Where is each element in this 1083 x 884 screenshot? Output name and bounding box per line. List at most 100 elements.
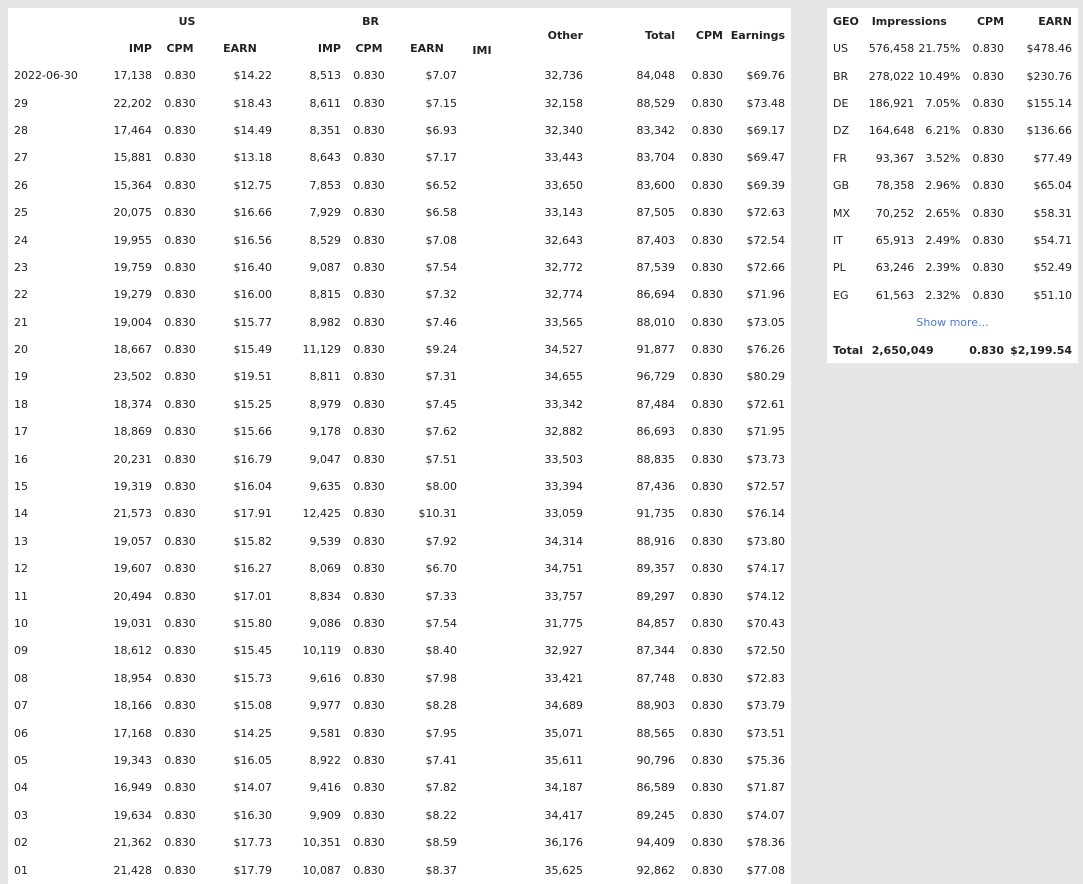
- col-header-other: Other: [547, 28, 583, 42]
- other-cell: 35,611: [544, 753, 584, 767]
- br-imp-cell: 11,129: [302, 343, 342, 357]
- other-cell: 34,417: [544, 808, 584, 822]
- table-row: 05 19,343 0.830 $16.05 8,922 0.830 $7.41 35,611…: [8, 747, 791, 774]
- br-earn-cell: $6.52: [425, 178, 458, 192]
- br-imp-cell: 9,087: [309, 260, 342, 274]
- br-cpm-cell: 0.830: [353, 863, 385, 877]
- geo-earn: $58.31: [1033, 206, 1073, 220]
- us-cpm-cell: 0.830: [164, 343, 196, 357]
- br-imp-cell: 8,351: [309, 123, 342, 137]
- other-cell: 32,643: [544, 233, 584, 247]
- total-earn: $2,199.54: [1010, 343, 1072, 357]
- imi-cell: [463, 665, 501, 692]
- geo-earn: $136.66: [1026, 124, 1073, 138]
- br-cpm-cell: 0.830: [353, 123, 385, 137]
- geo-earn: $230.76: [1026, 69, 1073, 83]
- br-cpm-cell: 0.830: [353, 726, 385, 740]
- show-more-link[interactable]: Show more...: [827, 309, 1078, 336]
- table-row: 11 20,494 0.830 $17.01 8,834 0.830 $7.33 33,757…: [8, 582, 791, 609]
- us-imp-cell: 18,166: [113, 699, 153, 713]
- cpm-cell: 0.830: [691, 562, 724, 576]
- total-cpm: 0.830: [969, 343, 1005, 357]
- imi-cell: [463, 500, 501, 527]
- row-date: 06: [14, 726, 28, 740]
- br-cpm-cell: 0.830: [353, 781, 385, 795]
- us-earn-cell: $16.04: [233, 480, 273, 494]
- us-cpm-cell: 0.830: [164, 452, 196, 466]
- br-earn-cell: $6.93: [425, 123, 458, 137]
- us-imp-cell: 19,319: [113, 480, 153, 494]
- other-cell: 33,342: [544, 397, 584, 411]
- us-imp-cell: 21,428: [113, 863, 153, 877]
- row-date: 13: [14, 534, 28, 548]
- geo-earn: $65.04: [1033, 179, 1073, 193]
- us-cpm-cell: 0.830: [164, 123, 196, 137]
- imi-cell: [463, 172, 501, 199]
- other-cell: 33,421: [544, 671, 584, 685]
- br-earn-cell: $8.28: [425, 699, 458, 713]
- cpm-cell: 0.830: [691, 753, 724, 767]
- geo-percent: 2.32%: [925, 288, 961, 302]
- imi-cell: [463, 528, 501, 555]
- imi-cell: [463, 582, 501, 609]
- row-date: 27: [14, 151, 28, 165]
- geo-percent: 2.96%: [925, 179, 961, 193]
- br-imp-cell: 8,069: [309, 562, 342, 576]
- br-imp-cell: 9,178: [309, 425, 342, 439]
- br-imp-cell: 8,529: [309, 233, 342, 247]
- geo-cpm: 0.830: [972, 288, 1005, 302]
- earnings-cell: $72.63: [746, 206, 786, 220]
- us-imp-cell: 17,464: [113, 123, 153, 137]
- cpm-cell: 0.830: [691, 397, 724, 411]
- us-earn-cell: $15.25: [233, 397, 273, 411]
- us-cpm-cell: 0.830: [164, 480, 196, 494]
- br-cpm-cell: 0.830: [353, 260, 385, 274]
- other-cell: 34,527: [544, 343, 584, 357]
- geo-total-row: Total 2,650,049 0.830 $2,199.54: [827, 336, 1078, 364]
- us-cpm-cell: 0.830: [164, 726, 196, 740]
- br-imp-cell: 8,611: [309, 96, 342, 110]
- us-imp-cell: 20,075: [113, 206, 153, 220]
- geo-cpm: 0.830: [972, 261, 1005, 275]
- geo-impressions: 78,358: [875, 179, 915, 193]
- br-cpm-cell: 0.830: [353, 671, 385, 685]
- br-earn-cell: $7.98: [425, 671, 458, 685]
- us-cpm-cell: 0.830: [164, 534, 196, 548]
- list-item: IT 65,913 2.49% 0.830 $54.71: [827, 227, 1078, 254]
- other-cell: 35,625: [544, 863, 584, 877]
- us-earn-cell: $17.79: [233, 863, 273, 877]
- us-cpm-cell: 0.830: [164, 96, 196, 110]
- total-cell: 88,916: [636, 534, 676, 548]
- us-cpm-cell: 0.830: [164, 808, 196, 822]
- cpm-cell: 0.830: [691, 863, 724, 877]
- us-cpm-cell: 0.830: [164, 233, 196, 247]
- geo-impressions: 65,913: [875, 233, 915, 247]
- cpm-cell: 0.830: [691, 343, 724, 357]
- us-imp-cell: 18,612: [113, 644, 153, 658]
- earnings-cell: $80.29: [746, 370, 786, 384]
- earnings-cell: $74.07: [746, 808, 786, 822]
- br-imp-cell: 9,581: [309, 726, 342, 740]
- other-cell: 32,340: [544, 123, 584, 137]
- cpm-cell: 0.830: [691, 507, 724, 521]
- br-imp-cell: 10,119: [302, 644, 342, 658]
- total-cell: 83,600: [636, 178, 676, 192]
- table-row: 04 16,949 0.830 $14.07 9,416 0.830 $7.82 34,187…: [8, 774, 791, 801]
- br-cpm-cell: 0.830: [353, 617, 385, 630]
- br-cpm-cell: 0.830: [353, 699, 385, 713]
- col-header-br-cpm: CPM: [355, 42, 383, 55]
- table-row: 18 18,374 0.830 $15.25 8,979 0.830 $7.45 33,342…: [8, 391, 791, 418]
- geo-percent: 10.49%: [918, 69, 961, 83]
- other-cell: 35,071: [544, 726, 584, 740]
- table-row: 2022-06-30 17,138 0.830 $14.22 8,513 0.830 $7.…: [8, 62, 791, 89]
- imi-cell: [463, 637, 501, 664]
- earnings-cell: $73.80: [746, 534, 786, 548]
- us-cpm-cell: 0.830: [164, 589, 196, 603]
- cpm-cell: 0.830: [691, 260, 724, 274]
- imi-cell: [463, 774, 501, 801]
- table-row: 29 22,202 0.830 $18.43 8,611 0.830 $7.15 32,158…: [8, 89, 791, 116]
- br-imp-cell: 12,425: [302, 507, 342, 521]
- br-cpm-cell: 0.830: [353, 836, 385, 850]
- earnings-cell: $73.73: [746, 452, 786, 466]
- table-row: 28 17,464 0.830 $14.49 8,351 0.830 $6.93 32,340…: [8, 117, 791, 144]
